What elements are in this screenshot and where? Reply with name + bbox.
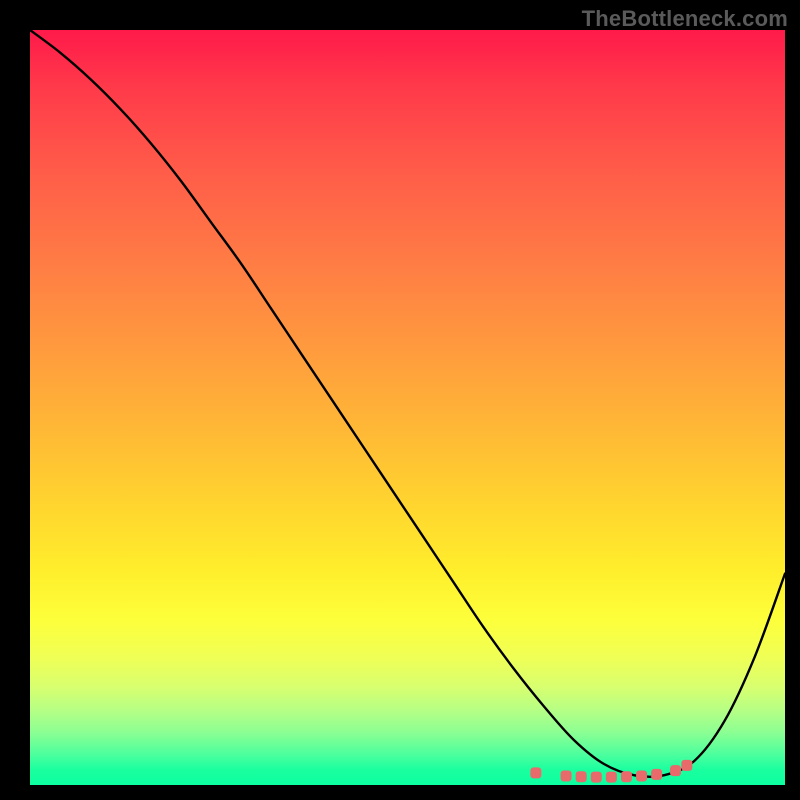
curve-path	[30, 30, 785, 777]
valley-marker	[591, 772, 602, 783]
valley-markers-group	[530, 760, 692, 783]
valley-marker	[606, 772, 617, 783]
valley-marker	[576, 771, 587, 782]
chart-svg	[30, 30, 785, 785]
valley-marker	[621, 771, 632, 782]
plot-area	[30, 30, 785, 785]
valley-marker	[636, 770, 647, 781]
chart-container: TheBottleneck.com	[0, 0, 800, 800]
watermark-text: TheBottleneck.com	[582, 6, 788, 32]
valley-marker	[681, 760, 692, 771]
valley-marker	[530, 767, 541, 778]
valley-marker	[561, 770, 572, 781]
valley-marker	[670, 765, 681, 776]
valley-marker	[651, 769, 662, 780]
